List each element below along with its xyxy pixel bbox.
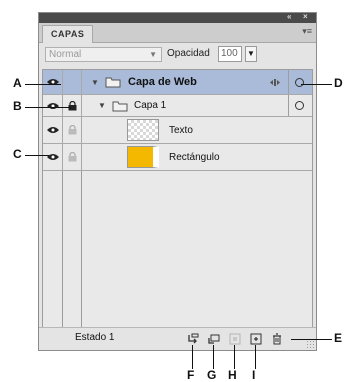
delete-icon[interactable]: [271, 333, 283, 345]
callout-a: A: [13, 76, 22, 90]
unlocked-icon: [68, 152, 77, 162]
add-to-library-icon[interactable]: [250, 333, 262, 345]
expand-triangle-icon[interactable]: ▼: [91, 78, 99, 87]
resize-grip-icon[interactable]: [306, 340, 314, 348]
leader-line: [213, 345, 214, 369]
target-separator: [288, 70, 289, 94]
layer-list: ▼ Capa de Web ▼ Capa 1 Texto Rectángulo: [42, 69, 313, 332]
new-sublayer-icon[interactable]: [187, 333, 199, 345]
folder-icon: [105, 77, 121, 88]
chevron-down-icon: ▼: [149, 50, 157, 59]
lock-toggle[interactable]: [63, 144, 82, 170]
state-label: Estado 1: [75, 332, 115, 343]
layers-panel: « × CAPAS ▾≡ Normal ▼ Opacidad 100 ▼ ▼ C…: [38, 12, 317, 351]
callout-h: H: [228, 368, 237, 382]
visibility-toggle[interactable]: [43, 117, 63, 143]
expand-triangle-icon[interactable]: ▼: [98, 101, 106, 110]
leader-line: [25, 107, 71, 108]
lock-toggle[interactable]: [63, 95, 82, 116]
callout-i: I: [252, 368, 256, 382]
tab-capas[interactable]: CAPAS: [42, 25, 94, 43]
tab-row: CAPAS ▾≡: [39, 23, 316, 43]
options-row: Normal ▼ Opacidad 100 ▼: [39, 43, 316, 65]
collapse-icon[interactable]: «: [287, 12, 291, 21]
leader-line: [25, 155, 49, 156]
opacity-dropdown-button[interactable]: ▼: [245, 46, 257, 62]
leader-line: [192, 345, 193, 369]
visibility-toggle[interactable]: [43, 144, 63, 170]
new-layer-icon[interactable]: [208, 333, 220, 345]
close-icon[interactable]: ×: [303, 12, 308, 21]
move-handle-icon[interactable]: [270, 78, 280, 87]
layer-name: Capa 1: [134, 100, 167, 111]
layer-row-capa-1[interactable]: ▼ Capa 1: [43, 95, 312, 117]
layer-row-texto[interactable]: Texto: [43, 117, 312, 144]
callout-c: C: [13, 147, 22, 161]
layer-thumbnail: [127, 119, 159, 141]
leader-line: [234, 345, 235, 369]
leader-line: [301, 84, 332, 85]
unlocked-icon: [68, 125, 77, 135]
leader-line: [291, 339, 332, 340]
target-separator: [288, 95, 289, 116]
target-circle-icon[interactable]: [295, 101, 304, 110]
layer-row-capa-de-web[interactable]: ▼ Capa de Web: [43, 70, 312, 95]
panel-footer: Estado 1: [39, 327, 316, 350]
lock-toggle[interactable]: [63, 70, 82, 94]
layer-name: Rectángulo: [169, 152, 220, 163]
leader-line: [255, 345, 256, 369]
column-divider: [81, 171, 82, 332]
panel-menu-icon[interactable]: ▾≡: [302, 26, 312, 37]
visibility-toggle[interactable]: [43, 95, 63, 116]
column-divider: [62, 171, 63, 332]
panel-titlebar: « ×: [39, 12, 316, 23]
layer-name: Texto: [169, 125, 193, 136]
layer-row-rectangulo[interactable]: Rectángulo: [43, 144, 312, 171]
animate-icon: [229, 333, 241, 345]
opacity-label: Opacidad: [167, 48, 210, 59]
lock-icon: [68, 100, 77, 110]
callout-e: E: [334, 331, 343, 345]
lock-toggle[interactable]: [63, 117, 82, 143]
callout-f: F: [187, 368, 195, 382]
callout-d: D: [334, 76, 343, 90]
layer-thumbnail: [127, 146, 159, 168]
folder-icon: [112, 101, 128, 112]
blend-mode-value: Normal: [49, 49, 82, 60]
layer-name: Capa de Web: [128, 76, 197, 88]
target-circle-icon[interactable]: [295, 78, 304, 87]
leader-line: [25, 84, 61, 85]
eye-icon: [47, 127, 59, 133]
callout-b: B: [13, 99, 22, 113]
callout-g: G: [207, 368, 217, 382]
visibility-toggle[interactable]: [43, 70, 63, 94]
eye-icon: [47, 102, 59, 109]
opacity-input[interactable]: 100: [218, 46, 242, 62]
blend-mode-select[interactable]: Normal ▼: [45, 47, 162, 62]
